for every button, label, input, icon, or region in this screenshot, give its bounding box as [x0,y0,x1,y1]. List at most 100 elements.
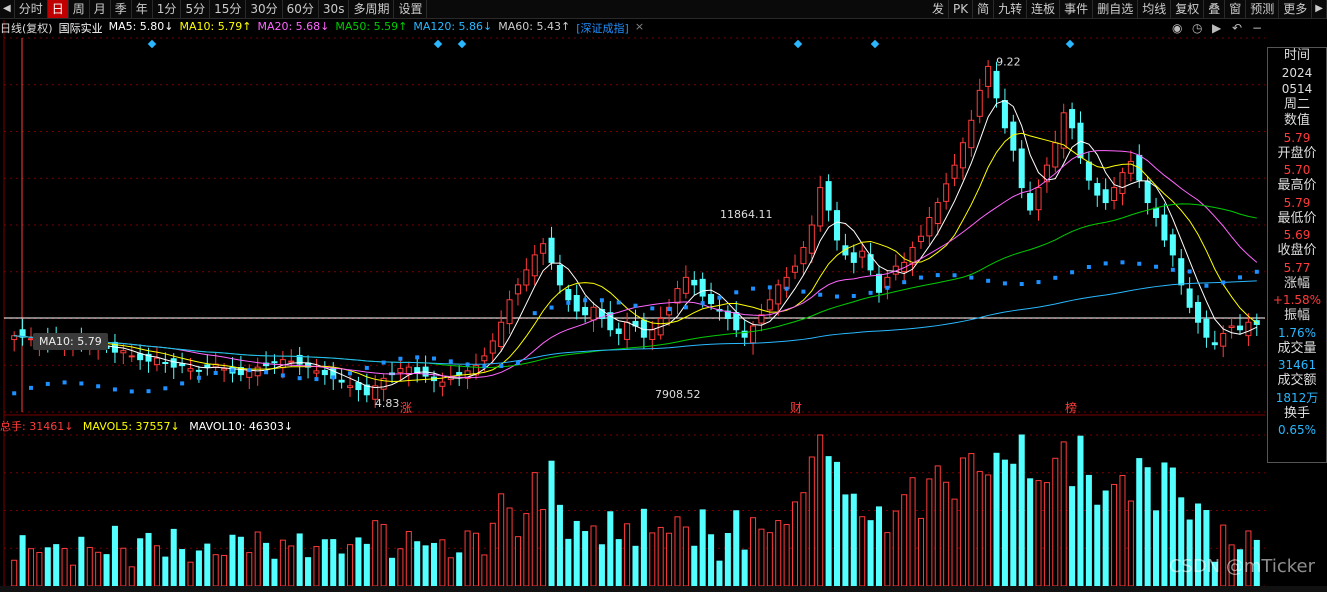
candle-body-114 [968,119,975,149]
period-tab-2[interactable]: 周 [69,0,90,18]
replay-icon[interactable]: ◷ [1192,21,1202,35]
kline-chart[interactable]: 9.22 4.83 11864.11 7908.52 涨 财 榜 [0,0,1267,592]
index-mark-146 [1238,275,1243,280]
tool-button-6[interactable]: 删自选 [1093,0,1139,18]
index-mark-80 [683,305,688,310]
period-tab-9[interactable]: 30分 [246,0,283,18]
candle-body-31 [271,361,278,364]
volume-bar-49 [422,545,429,587]
index-mark-96 [818,292,823,297]
tool-button-11[interactable]: 预测 [1246,0,1280,18]
tool-button-1[interactable]: PK [949,0,974,18]
tool-button-9[interactable]: 叠 [1204,0,1226,18]
period-tab-13[interactable]: 设置 [394,0,428,18]
candle-body-51 [439,381,446,387]
index-mark-32 [280,373,285,378]
tool-button-2[interactable]: 简 [973,0,995,18]
tool-button-12[interactable]: 更多 [1279,0,1313,18]
diamond-marker-1 [433,39,443,49]
index-mark-122 [1036,280,1041,285]
period-tab-12[interactable]: 多周期 [349,0,395,18]
volume-bar-72 [615,539,622,587]
volume-bar-36 [313,546,320,587]
period-tab-7[interactable]: 5分 [181,0,211,18]
volume-bar-31 [271,558,278,587]
eye-icon[interactable]: ◉ [1172,21,1182,35]
volume-bar-99 [842,494,849,587]
period-tab-5[interactable]: 年 [132,0,153,18]
volume-bar-91 [775,520,782,587]
candle-body-115 [976,89,983,117]
candle-body-32 [279,359,286,369]
legend-ma5: MA5: 5.80↓ [108,20,174,33]
legend-index[interactable]: [深证成指] [576,20,629,36]
watermark: CSDN @mTicker [1168,556,1315,577]
volume-bar-113 [959,457,966,587]
candle-body-33 [288,360,295,363]
panel-label-9: 振幅 [1283,308,1310,323]
back-icon[interactable]: ↶ [1232,21,1242,35]
volume-bar-69 [590,525,597,587]
candle-body-81 [691,279,698,286]
volume-bar-48 [414,541,421,587]
period-tab-0[interactable]: 分时 [15,0,48,18]
toolbar-right: 发 PK 简九转 连板 事件 删自选 均线 复权叠窗预测 更多 ▶ [928,0,1327,18]
tool-button-4[interactable]: 连板 [1027,0,1061,18]
play-icon[interactable]: ▶ [1212,21,1221,35]
marker-0: 涨 [400,400,412,415]
period-tab-1[interactable]: 日 [47,0,69,18]
index-mark-88 [751,286,756,291]
volume-bar-118 [1001,459,1008,587]
toolbar-left: ◀ 分时日周月季年 1分 5分 15分 30分 60分 30s 多周期 设置 [0,0,928,18]
panel-label-0: 时间 [1283,48,1310,63]
index-mark-124 [1053,275,1058,280]
index-mark-24 [213,371,218,376]
volume-bar-90 [766,532,773,587]
toolbar-prev-icon[interactable]: ◀ [0,0,15,18]
tool-button-5[interactable]: 事件 [1060,0,1094,18]
panel-label-10: 成交量 [1277,340,1317,356]
tool-button-7[interactable]: 均线 [1138,0,1172,18]
period-tab-4[interactable]: 季 [111,0,132,18]
index-mark-60 [515,361,520,366]
legend-close-icon[interactable]: × [635,20,644,36]
tool-button-3[interactable]: 九转 [994,0,1028,18]
volume-bar-65 [556,504,563,587]
period-tab-6[interactable]: 1分 [153,0,182,18]
volume-bar-101 [859,516,866,587]
index-mark-144 [1221,280,1226,285]
ma-legend: 日线(复权) 国际实业 MA5: 5.80↓ MA10: 5.79↑ MA20:… [0,20,650,36]
index-mark-76 [650,306,655,311]
panel-value-3: 5.79 [1283,130,1311,145]
tool-button-10[interactable]: 窗 [1225,0,1247,18]
candle-body-124 [1052,142,1059,168]
toolbar-next-icon[interactable]: ▶ [1312,0,1327,18]
period-tab-10[interactable]: 60分 [283,0,319,18]
candle-body-57 [489,340,496,354]
period-tab-11[interactable]: 30s [319,0,350,18]
tool-button-8[interactable]: 复权 [1171,0,1205,18]
volume-bar-26 [229,534,236,587]
volume-bar-92 [783,524,790,587]
period-tab-3[interactable]: 月 [90,0,111,18]
candle-body-140 [1186,288,1193,308]
period-tab-8[interactable]: 15分 [210,0,247,18]
tool-button-0[interactable]: 发 [928,0,950,18]
volume-bar-81 [691,545,698,587]
candle-body-58 [498,321,505,348]
volume-bar-124 [1052,457,1059,587]
volume-bar-25 [221,554,228,587]
candle-body-132 [1119,172,1126,194]
legend-ma120: MA120: 5.86↓ [413,20,493,33]
index-mark-58 [499,364,504,369]
volume-bar-29 [254,531,261,587]
legend-period[interactable]: 日线(复权) [0,20,53,36]
index-mark-130 [1103,261,1108,266]
volume-bar-9 [86,546,93,587]
volume-bar-125 [1060,441,1067,587]
volume-bar-102 [867,520,874,587]
minus-icon[interactable]: − [1252,21,1262,35]
volume-bar-71 [607,511,614,587]
volume-bar-2 [27,548,35,587]
panel-value-5: 5.79 [1283,195,1311,210]
